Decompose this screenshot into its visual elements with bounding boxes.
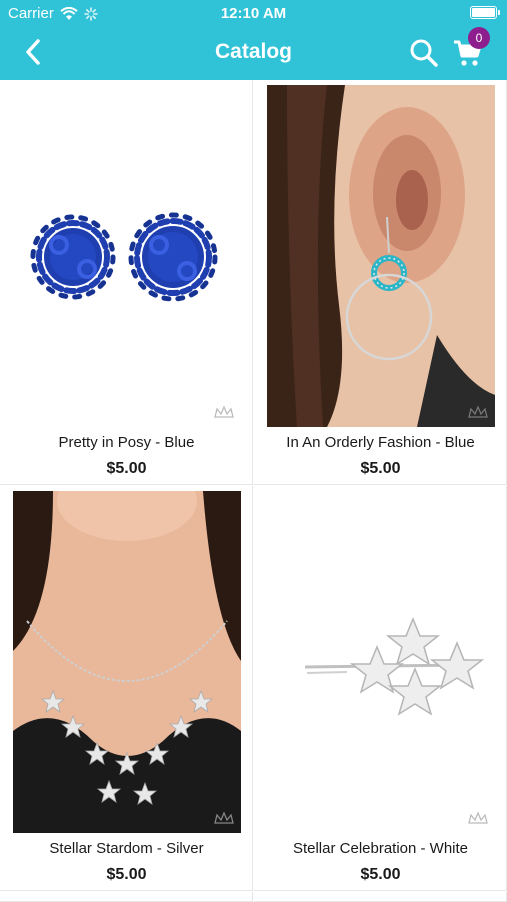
cart-count-badge: 0 — [468, 27, 490, 49]
product-price: $5.00 — [360, 866, 401, 883]
product-price: $5.00 — [106, 866, 147, 883]
product-card[interactable]: Pretty in Posy - Blue $5.00 — [0, 80, 253, 485]
product-card[interactable]: Stellar Stardom - Silver $5.00 — [0, 486, 253, 891]
product-price: $5.00 — [360, 460, 401, 477]
crown-watermark-icon — [468, 405, 488, 418]
product-image-star-necklace[interactable] — [13, 491, 241, 833]
status-bar: Carrier 12:10 AM — [0, 0, 507, 28]
battery-icon — [470, 6, 500, 19]
product-price: $5.00 — [106, 460, 147, 477]
product-name[interactable]: Pretty in Posy - Blue — [0, 434, 253, 451]
crown-watermark-icon — [214, 405, 234, 418]
navigation-bar: Catalog 0 — [0, 27, 507, 74]
search-icon[interactable] — [409, 38, 439, 68]
crown-watermark-icon — [214, 811, 234, 824]
app-header: Carrier 12:10 AM Catalog 0 — [0, 0, 507, 80]
product-card[interactable]: Stellar Celebration - White $5.00 — [254, 486, 507, 891]
product-card-partial — [254, 892, 507, 902]
product-card-partial — [0, 892, 253, 902]
product-image-blue-flower-earrings[interactable] — [13, 85, 241, 427]
product-name[interactable]: Stellar Celebration - White — [254, 840, 507, 857]
product-card[interactable]: In An Orderly Fashion - Blue $5.00 — [254, 80, 507, 485]
product-name[interactable]: In An Orderly Fashion - Blue — [254, 434, 507, 451]
product-grid: Pretty in Posy - Blue $5.00 In An Orderl… — [0, 80, 507, 902]
product-image-star-hair-clip[interactable] — [267, 491, 495, 833]
status-time: 12:10 AM — [220, 5, 287, 22]
crown-watermark-icon — [468, 811, 488, 824]
product-image-hoop-earring[interactable] — [267, 85, 495, 427]
product-name[interactable]: Stellar Stardom - Silver — [0, 840, 253, 857]
